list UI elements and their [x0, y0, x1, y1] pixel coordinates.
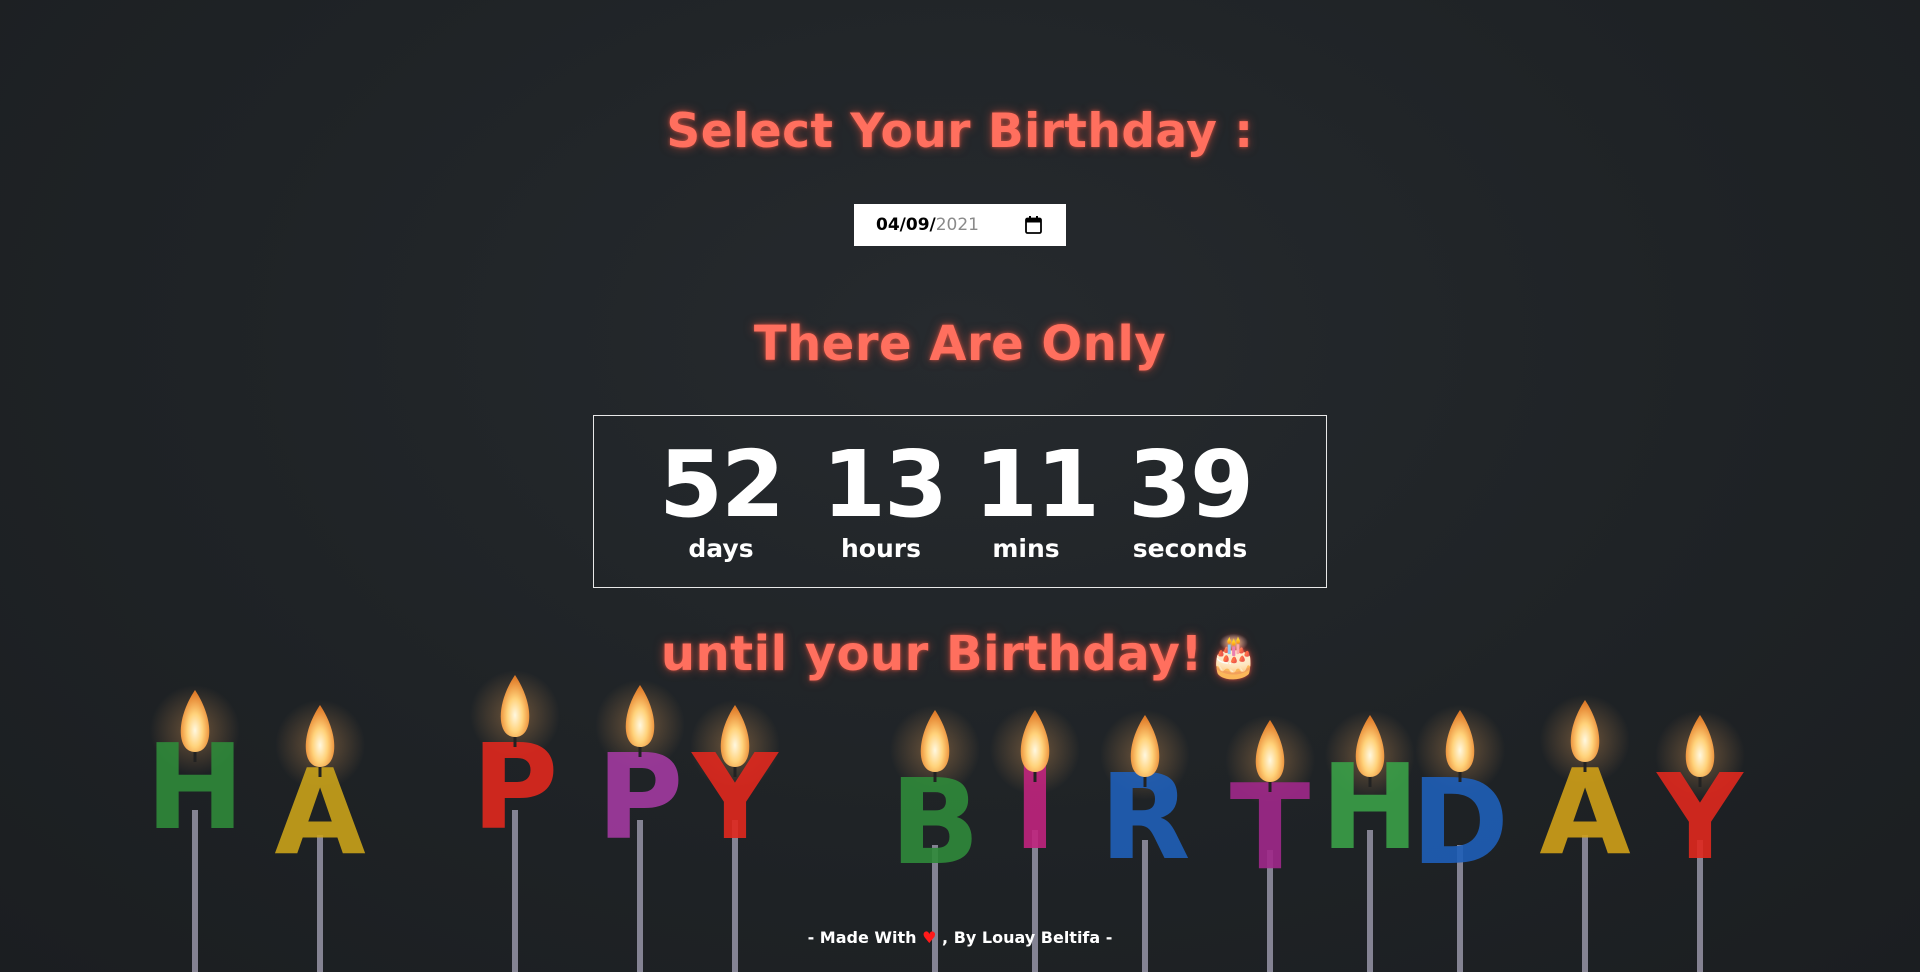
- countdown-mins: 11 mins: [974, 431, 1100, 564]
- heart-icon: ♥: [922, 928, 937, 947]
- mins-label: mins: [992, 534, 1060, 563]
- there-are-only-heading: There Are Only: [753, 316, 1167, 372]
- countdown-box: 52 days 13 hours 11 mins 39 seconds: [593, 415, 1327, 588]
- select-birthday-heading: Select Your Birthday :: [666, 104, 1254, 159]
- countdown-days: 52 days: [654, 436, 788, 564]
- seconds-value: 39: [1127, 431, 1254, 538]
- happy-birthday-candles-image: H A P P Y B I R T HD A Y: [146, 670, 1745, 972]
- footer-suffix: , By Louay Beltifa -: [936, 928, 1113, 947]
- birthday-date-input[interactable]: 04/09/2021: [854, 204, 1066, 246]
- days-value: 52: [658, 431, 785, 538]
- date-year[interactable]: 2021: [936, 215, 979, 235]
- countdown-seconds: 39 seconds: [1112, 436, 1268, 564]
- seconds-label: seconds: [1132, 534, 1248, 563]
- date-month-day[interactable]: 04/09/: [876, 215, 936, 235]
- countdown-hours: 13 hours: [822, 431, 948, 564]
- calendar-icon[interactable]: [1025, 216, 1042, 234]
- mins-value: 11: [974, 431, 1100, 538]
- candle-p-2: P: [470, 670, 560, 972]
- footer-prefix: - Made With: [807, 928, 923, 947]
- days-label: days: [688, 534, 754, 563]
- hours-value: 13: [822, 431, 948, 538]
- footer-credit: - Made With ♥ , By Louay Beltifa -: [0, 928, 1920, 947]
- hours-label: hours: [841, 534, 921, 563]
